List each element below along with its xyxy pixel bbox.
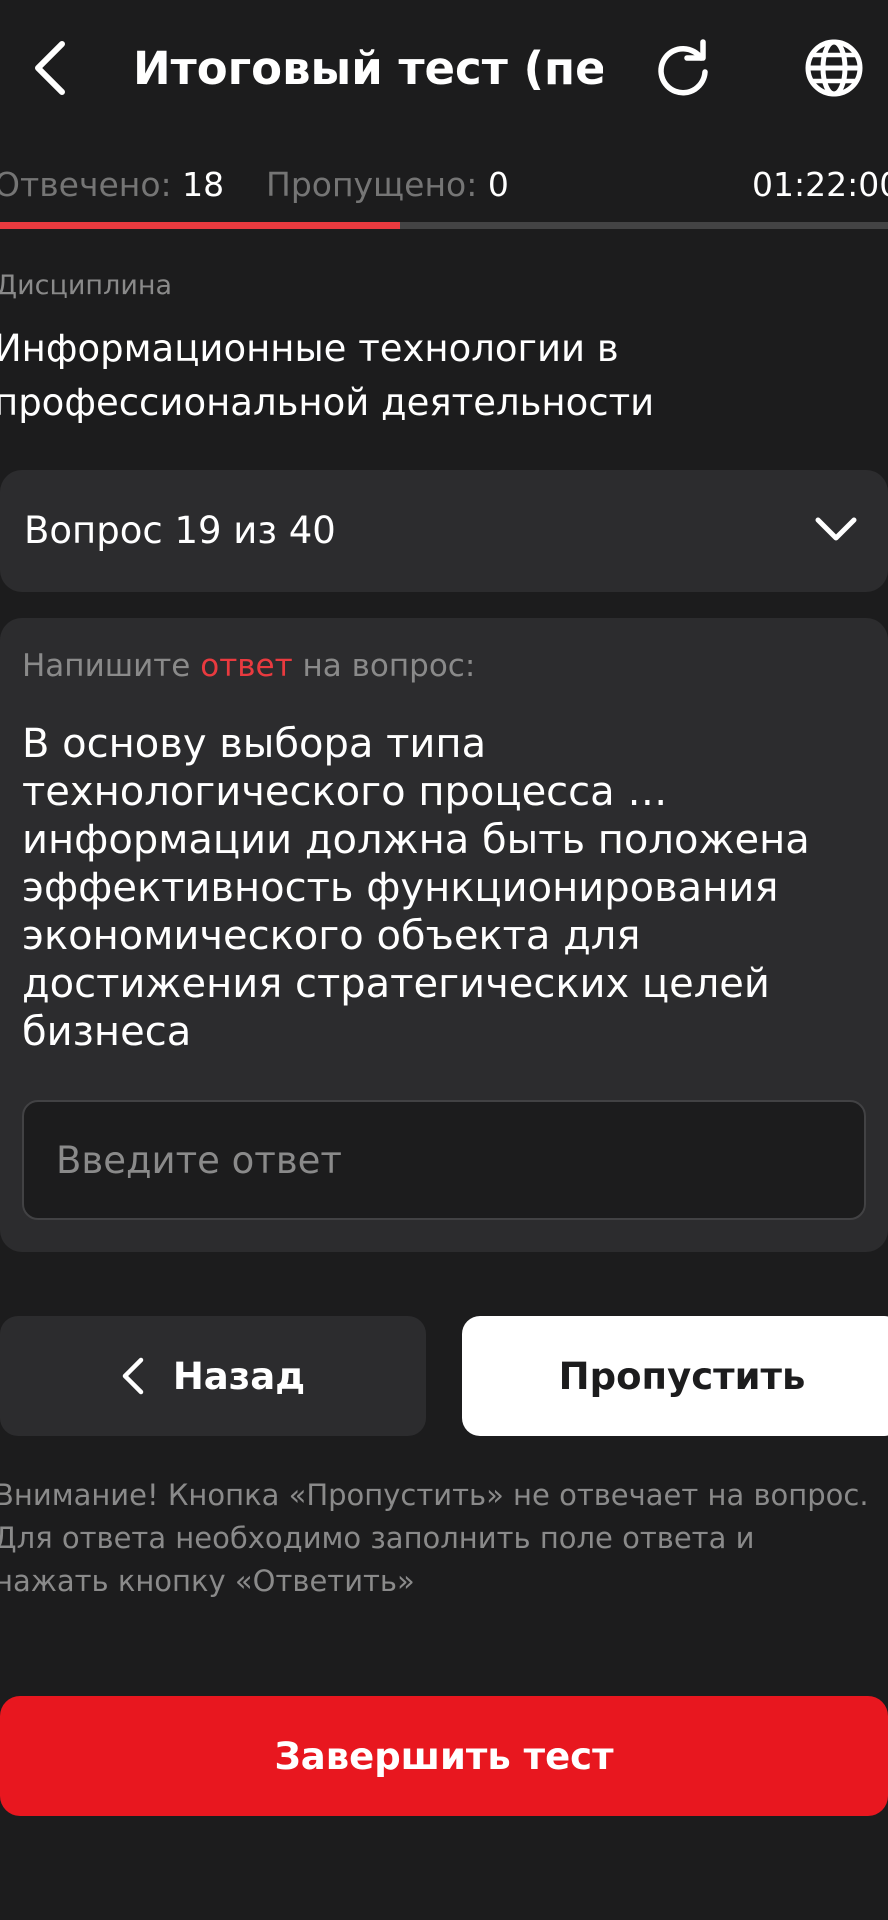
chevron-left-icon bbox=[122, 1357, 144, 1395]
answered-label: Отвечено: bbox=[0, 165, 172, 204]
language-button[interactable] bbox=[798, 32, 870, 104]
skip-warning: Внимание! Кнопка «Пропустить» не отвечае… bbox=[0, 1478, 869, 1598]
back-nav-button[interactable] bbox=[22, 34, 78, 102]
progress-bar bbox=[0, 222, 888, 229]
skipped-label: Пропущено: bbox=[266, 165, 478, 204]
question-instruction: Напишите ответ на вопрос: bbox=[22, 644, 475, 688]
skip-button[interactable]: Пропустить bbox=[462, 1316, 888, 1436]
answer-input[interactable] bbox=[22, 1100, 866, 1220]
instruction-text-end: на вопрос: bbox=[292, 648, 476, 684]
test-screen: Итоговый тест (пе… Отвечено: 18 Пропущен… bbox=[0, 0, 888, 1920]
chevron-left-icon bbox=[35, 41, 65, 95]
discipline-label: Дисциплина bbox=[0, 270, 173, 301]
app-header: Итоговый тест (пе… bbox=[0, 0, 888, 140]
back-button[interactable]: Назад bbox=[0, 1316, 426, 1436]
question-number: Вопрос 19 из 40 bbox=[24, 509, 336, 552]
skip-button-label: Пропустить bbox=[558, 1354, 806, 1398]
globe-icon bbox=[805, 39, 863, 97]
page-title: Итоговый тест (пе… bbox=[133, 42, 603, 95]
chevron-down-icon bbox=[815, 517, 857, 541]
question-selector[interactable]: Вопрос 19 из 40 bbox=[0, 470, 888, 592]
progress-stats: Отвечено: 18 Пропущено: 0 01:22:00 bbox=[0, 160, 888, 210]
skipped-value: 0 bbox=[487, 165, 509, 204]
reload-button[interactable] bbox=[648, 32, 718, 104]
instruction-accent: ответ bbox=[200, 648, 293, 684]
finish-test-label: Завершить тест bbox=[274, 1734, 614, 1778]
progress-bar-fill bbox=[0, 222, 400, 229]
back-button-label: Назад bbox=[172, 1354, 306, 1398]
skipped-count: Пропущено: 0 bbox=[266, 160, 509, 210]
timer: 01:22:00 bbox=[752, 165, 888, 204]
question-card: Напишите ответ на вопрос: В основу выбор… bbox=[0, 618, 888, 1252]
finish-test-button[interactable]: Завершить тест bbox=[0, 1696, 888, 1816]
question-text: В основу выбора типа технологического пр… bbox=[22, 721, 810, 1055]
answered-count: Отвечено: 18 bbox=[0, 160, 224, 210]
instruction-text: Напишите bbox=[22, 648, 201, 684]
discipline-name: Информационные технологии в профессионал… bbox=[0, 327, 655, 424]
reload-icon bbox=[658, 39, 708, 96]
answered-value: 18 bbox=[182, 165, 225, 204]
